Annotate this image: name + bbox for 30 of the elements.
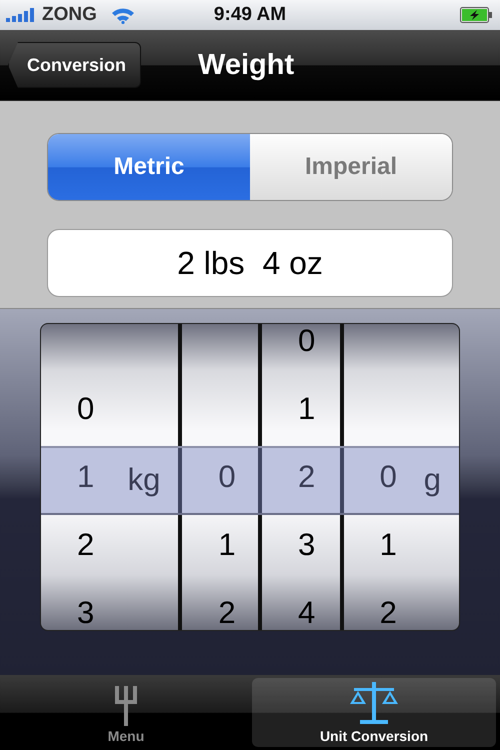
picker-value[interactable]: 2 <box>77 527 94 563</box>
picker-value[interactable]: 3 <box>298 527 316 563</box>
screen-title: Weight <box>198 48 294 82</box>
tab-item[interactable]: Unit Conversion <box>252 678 496 747</box>
status-time: 9:49 AM <box>214 4 286 26</box>
segment-tab[interactable]: Imperial <box>250 134 452 200</box>
wifi-icon <box>110 6 135 24</box>
tab-item[interactable]: Menu <box>4 678 248 747</box>
picker-value[interactable]: 3 <box>77 595 94 630</box>
picker-value[interactable]: 0 <box>77 391 94 427</box>
battery-charging-icon <box>460 7 492 23</box>
result-field: 2 lbs 4 oz <box>47 229 453 297</box>
picker-value[interactable]: 2 <box>218 595 236 630</box>
picker-value[interactable]: 1 <box>380 527 397 563</box>
picker-value[interactable]: 0 <box>218 459 236 495</box>
picker-value[interactable]: 2 <box>380 595 397 630</box>
carrier-name: ZONG <box>42 4 97 26</box>
picker-value[interactable]: 1 <box>218 527 236 563</box>
picker-value[interactable]: 1 <box>77 459 94 495</box>
unit-label: g <box>424 462 442 498</box>
scale-icon <box>348 682 400 726</box>
picker-value[interactable]: 0 <box>380 459 397 495</box>
back-button[interactable]: Conversion <box>8 42 142 88</box>
trident-icon <box>113 684 139 726</box>
picker-value[interactable]: 2 <box>298 459 316 495</box>
picker-value[interactable]: 4 <box>298 595 316 630</box>
unit-label: kg <box>128 462 160 498</box>
picker-value[interactable]: 1 <box>298 391 316 427</box>
segment-tab[interactable]: Metric <box>48 134 250 200</box>
picker-value[interactable]: 0 <box>298 324 316 359</box>
